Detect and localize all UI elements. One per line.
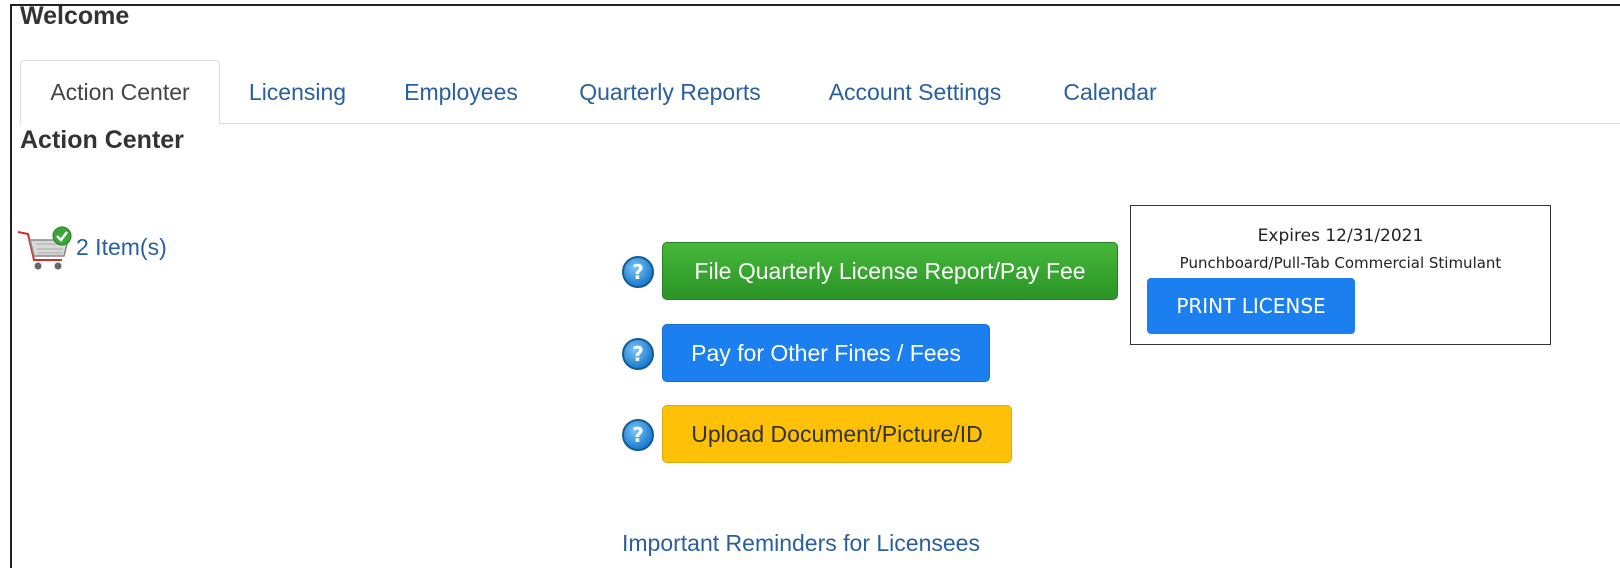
- tab-calendar[interactable]: Calendar: [1040, 60, 1180, 124]
- print-license-button[interactable]: PRINT LICENSE: [1147, 278, 1355, 334]
- tab-employees[interactable]: Employees: [380, 60, 542, 124]
- pay-other-fees-button[interactable]: Pay for Other Fines / Fees: [662, 324, 990, 382]
- page-title: Action Center: [20, 126, 184, 154]
- help-icon-pay-other[interactable]: ?: [622, 338, 654, 370]
- license-expiration: Expires 12/31/2021: [1257, 226, 1424, 246]
- tab-quarterly-reports[interactable]: Quarterly Reports: [550, 60, 790, 124]
- important-reminders-link[interactable]: Important Reminders for Licensees: [622, 530, 980, 557]
- tab-bar: Action Center Licensing Employees Quarte…: [20, 60, 1620, 125]
- file-quarterly-report-button[interactable]: File Quarterly License Report/Pay Fee: [662, 242, 1118, 300]
- upload-document-button[interactable]: Upload Document/Picture/ID: [662, 405, 1012, 463]
- shopping-cart-icon: [16, 224, 76, 274]
- welcome-heading: Welcome: [20, 2, 130, 30]
- help-icon-file-quarterly[interactable]: ?: [622, 256, 654, 288]
- help-icon-upload[interactable]: ?: [622, 419, 654, 451]
- cart-item-count[interactable]: 2 Item(s): [76, 234, 167, 261]
- tab-licensing[interactable]: Licensing: [225, 60, 370, 124]
- cart-link[interactable]: 2 Item(s): [16, 224, 167, 274]
- license-type: Punchboard/Pull-Tab Commercial Stimulant: [1179, 254, 1502, 272]
- tab-account-settings[interactable]: Account Settings: [800, 60, 1030, 124]
- tab-action-center[interactable]: Action Center: [20, 60, 220, 125]
- license-panel: Expires 12/31/2021 Punchboard/Pull-Tab C…: [1130, 205, 1551, 345]
